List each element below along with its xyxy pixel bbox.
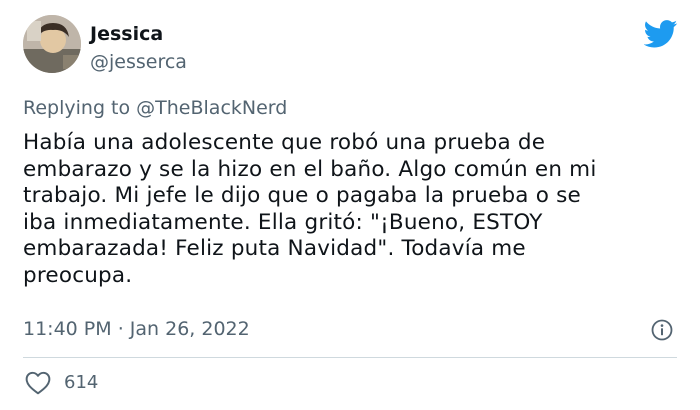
tweet-text: Había una adolescente que robó una prueb… xyxy=(23,130,597,288)
reply-mention-link[interactable]: @TheBlackNerd xyxy=(136,97,287,119)
display-name[interactable]: Jessica xyxy=(90,22,163,46)
tweet-time: 11:40 PM xyxy=(23,318,112,340)
avatar[interactable] xyxy=(23,15,81,73)
tweet-date: Jan 26, 2022 xyxy=(129,318,250,340)
twitter-bird-icon[interactable] xyxy=(643,20,678,48)
timestamp-separator: · xyxy=(111,318,130,340)
heart-icon[interactable] xyxy=(25,371,51,395)
tweet-timestamp[interactable]: 11:40 PM · Jan 26, 2022 xyxy=(23,317,250,341)
replying-to-label: Replying to xyxy=(23,97,137,119)
tweet-card: Jessica @jesserca Replying to @TheBlackN… xyxy=(0,0,700,410)
info-icon[interactable] xyxy=(651,319,673,341)
user-handle[interactable]: @jesserca xyxy=(90,50,187,74)
replying-to: Replying to @TheBlackNerd xyxy=(23,96,287,120)
divider xyxy=(23,357,677,358)
like-count: 614 xyxy=(64,372,99,393)
